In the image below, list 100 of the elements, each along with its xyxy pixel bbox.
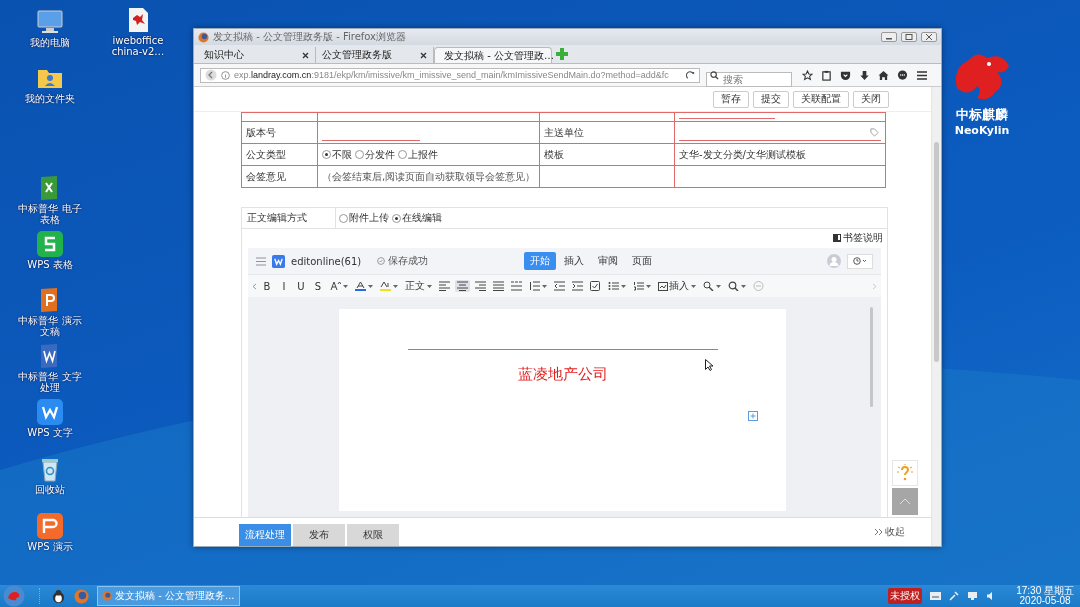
radio-option[interactable]: 在线编辑 [392, 211, 442, 225]
font-size-icon[interactable] [330, 281, 341, 291]
radio-button[interactable] [392, 213, 401, 223]
style-tool[interactable]: 正文 [403, 278, 434, 294]
action-button[interactable]: 提交 [753, 90, 789, 108]
highlight-icon[interactable] [380, 281, 391, 291]
scrollbar[interactable] [931, 87, 941, 546]
field-label: 版本号 [246, 126, 276, 138]
radio-option[interactable]: 分发件 [355, 147, 395, 162]
radio-option[interactable]: 上报件 [398, 147, 438, 162]
radio-button[interactable] [355, 150, 364, 159]
text-tool[interactable]: I [277, 279, 291, 293]
caret-icon[interactable] [542, 284, 547, 288]
highlight-tool[interactable] [378, 280, 400, 292]
icon-label: 中标普华 文字处理 [17, 371, 83, 393]
info-icon[interactable] [221, 70, 230, 80]
bullets-tool[interactable] [606, 280, 628, 292]
bottom-tab[interactable]: 权限 [347, 524, 399, 546]
desktop-icon[interactable]: 回收站 [12, 455, 88, 495]
desktop-icon[interactable]: 中标普华 演示文稿 [12, 286, 88, 337]
insert-tool[interactable]: 插入 [656, 278, 698, 294]
desktop-icon[interactable]: iweboffice china-v2… [100, 6, 176, 57]
history-button[interactable] [847, 253, 873, 269]
find-tool[interactable] [701, 280, 723, 292]
text-tool[interactable]: U [294, 279, 308, 293]
reload-icon[interactable] [686, 70, 695, 80]
keyboard-icon[interactable] [930, 591, 942, 601]
ribbon-tab[interactable]: 页面 [626, 252, 659, 270]
font-color-tool[interactable] [353, 280, 375, 292]
radio-button[interactable] [339, 213, 348, 223]
caret-icon[interactable] [427, 284, 432, 288]
tools-icon[interactable] [949, 591, 960, 601]
close-icon[interactable] [925, 34, 933, 40]
minimize-button[interactable] [881, 32, 897, 42]
radio-option[interactable]: 不限 [322, 147, 352, 162]
close-icon[interactable] [302, 51, 309, 59]
caret-icon[interactable] [691, 284, 696, 288]
desktop-icon[interactable]: 我的文件夹 [12, 64, 88, 104]
desktop-icon[interactable]: WPS 演示 [12, 512, 88, 552]
browser-tab[interactable]: 发文拟稿 - 公文管理政… [434, 47, 552, 63]
start-menu-icon[interactable] [3, 585, 25, 607]
penguin-icon[interactable] [51, 588, 66, 604]
numbering-icon[interactable] [633, 281, 644, 291]
numbering-tool[interactable] [631, 280, 653, 292]
radio-option[interactable]: 附件上传 [339, 211, 389, 225]
download-icon[interactable] [859, 69, 870, 81]
home-icon[interactable] [878, 69, 889, 81]
ribbon-tab[interactable]: 插入 [558, 252, 591, 270]
maximize-icon[interactable] [905, 34, 913, 40]
line-spacing-icon[interactable] [529, 281, 540, 291]
close-icon[interactable] [420, 51, 427, 59]
input-field[interactable] [679, 115, 775, 119]
bookmark-help-link[interactable]: 书签说明 [833, 232, 883, 244]
desktop-icon[interactable]: 我的电脑 [12, 8, 88, 48]
text-tool[interactable]: B [260, 279, 274, 293]
text-tool[interactable]: S [311, 279, 325, 293]
caret-icon[interactable] [343, 284, 348, 288]
network-icon[interactable] [967, 591, 979, 601]
double-chevron-icon[interactable] [874, 528, 883, 536]
radio-button[interactable] [398, 150, 407, 159]
line-spacing-tool[interactable] [527, 280, 549, 292]
caret-icon[interactable] [393, 284, 398, 288]
font-size-tool[interactable] [328, 280, 350, 292]
license-badge[interactable]: 未授权 [888, 588, 923, 604]
image-icon[interactable] [658, 281, 668, 291]
chat-icon[interactable] [897, 69, 908, 81]
desktop-icon[interactable]: WPS 文字 [12, 398, 88, 438]
caret-icon[interactable] [716, 284, 721, 288]
back-icon[interactable] [205, 69, 217, 81]
ribbon-tab[interactable]: 审阅 [592, 252, 625, 270]
search-tool[interactable] [726, 280, 748, 292]
clipboard-icon[interactable] [821, 69, 832, 81]
caret-icon[interactable] [368, 284, 373, 288]
action-button[interactable]: 暂存 [713, 90, 749, 108]
input-field[interactable] [679, 130, 881, 141]
maximize-button[interactable] [901, 32, 917, 42]
desktop-icon[interactable]: WPS 表格 [12, 230, 88, 270]
collapse-button[interactable]: 收起 [868, 524, 911, 540]
add-comment-icon[interactable] [748, 411, 758, 421]
font-color-icon[interactable] [355, 281, 366, 291]
search-field[interactable]: 搜索 [706, 71, 792, 87]
caret-icon[interactable] [646, 284, 651, 288]
action-button[interactable]: 关联配置 [793, 90, 849, 108]
bullets-icon[interactable] [608, 281, 619, 291]
bottom-tab[interactable]: 发布 [293, 524, 345, 546]
radio-button[interactable] [322, 150, 331, 159]
search-icon[interactable] [728, 281, 739, 291]
caret-icon[interactable] [621, 284, 626, 288]
browser-tab[interactable]: 知识中心 [198, 47, 316, 63]
caret-icon[interactable] [741, 284, 746, 288]
star-icon[interactable] [802, 69, 813, 81]
close-button[interactable] [921, 32, 937, 42]
desktop-icon[interactable]: 中标普华 电子表格 [12, 174, 88, 225]
desktop-icon[interactable]: 中标普华 文字处理 [12, 342, 88, 393]
find-icon[interactable] [703, 281, 714, 291]
address-bar[interactable]: exp.landray.com.cn:9181/ekp/km/imissive/km_imissive_send_main/kmImissiveSendMain.do?method=add&fc [200, 67, 700, 83]
clock-icon[interactable] [853, 257, 867, 265]
pocket-icon[interactable] [840, 69, 851, 81]
action-button[interactable]: 关闭 [853, 90, 889, 108]
menu-icon[interactable] [916, 69, 928, 81]
